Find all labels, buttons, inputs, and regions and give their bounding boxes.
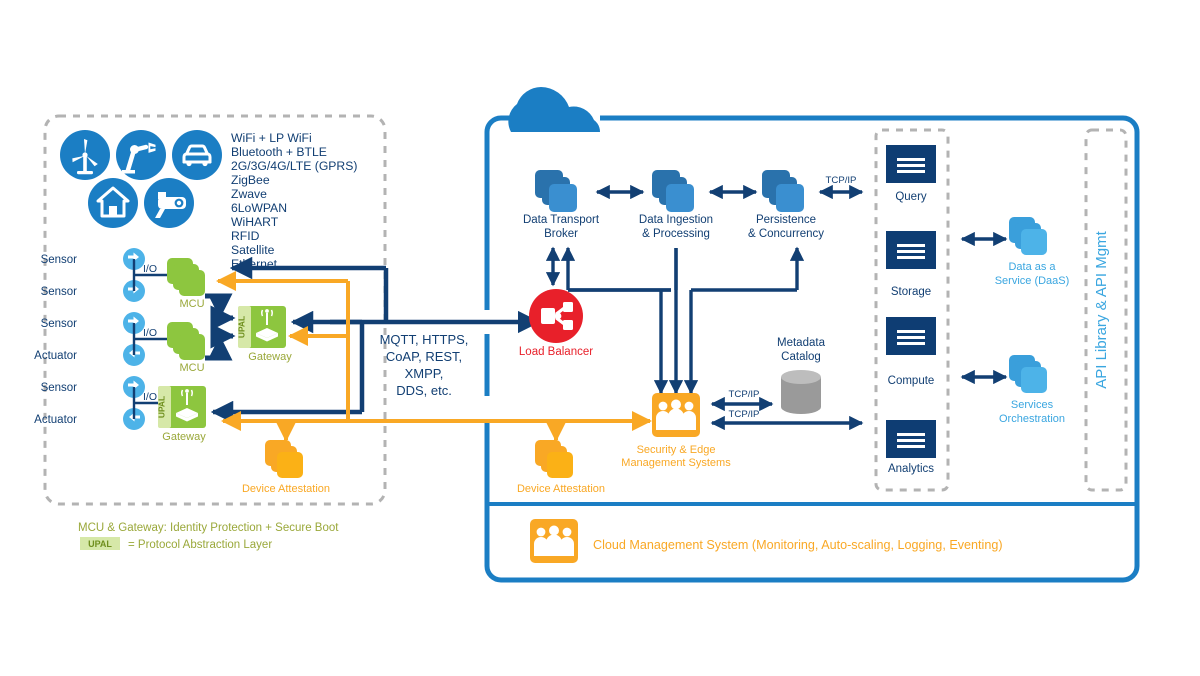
pipeline-node-data-transport-broker: Data Transport Broker (523, 170, 600, 240)
metadata-label-line2: Catalog (781, 351, 821, 363)
database-cylinder-icon (781, 370, 821, 414)
cloud-management-label: Cloud Management System (Monitoring, Aut… (593, 538, 1003, 552)
legend-badge-label: UPAL (88, 539, 112, 549)
endpoint-label: Sensor (41, 318, 78, 330)
resource-label: Analytics (888, 463, 934, 475)
robot-arm-icon (116, 130, 166, 180)
node-label-line1: Persistence (756, 214, 816, 226)
service-node-orchestration: Services Orchestration (999, 355, 1065, 425)
node-label-line2: & Processing (642, 228, 710, 240)
metadata-label-line1: Metadata (777, 337, 826, 349)
service-label-line2: Service (DaaS) (995, 275, 1070, 287)
device-attestation-label: Device Attestation (242, 483, 330, 495)
cloud-shape-icon (508, 87, 600, 132)
connectivity-item: 2G/3G/4G/LTE (GPRS) (231, 159, 357, 173)
people-icon (656, 399, 696, 430)
resource-node-query: Query (886, 145, 936, 203)
resource-service-links (960, 231, 1008, 385)
resource-label: Compute (888, 375, 935, 387)
node-label-line1: Data Ingestion (639, 214, 713, 226)
endpoint-label: Sensor (41, 382, 78, 394)
io-label: I/O (143, 327, 157, 339)
car-icon (172, 130, 222, 180)
tcp-label: TCP/IP (826, 175, 857, 186)
protocol-label: MQTT, HTTPS, CoAP, REST, XMPP, DDS, etc. (380, 332, 469, 398)
legend-line-2: = Protocol Abstraction Layer (128, 539, 272, 551)
metadata-catalog-node: Metadata Catalog (777, 337, 826, 414)
connectivity-item: 6LoWPAN (231, 201, 287, 215)
resource-node-compute: Compute (886, 317, 936, 387)
endpoint-label: Sensor (41, 254, 78, 266)
device-attestation-cloud: Device Attestation (517, 440, 605, 495)
people-icon (534, 525, 574, 556)
security-pipeline-risers (560, 246, 805, 395)
service-node-daas: Data as a Service (DaaS) (995, 217, 1070, 287)
connectivity-item: ZigBee (231, 173, 270, 187)
endpoint-label: Actuator (34, 350, 77, 362)
io-label: I/O (143, 263, 157, 275)
connectivity-item: WiFi + LP WiFi (231, 131, 312, 145)
security-label-line2: Management Systems (621, 457, 731, 469)
node-label-line2: & Concurrency (748, 228, 824, 240)
resource-label: Query (895, 191, 927, 203)
mcu-label: MCU (179, 298, 204, 310)
cloud-management-bar: Cloud Management System (Monitoring, Aut… (530, 519, 1003, 563)
connectivity-item: Zwave (231, 187, 267, 201)
legend-line-1: MCU & Gateway: Identity Protection + Sec… (78, 522, 339, 534)
resource-node-storage: Storage (886, 231, 936, 298)
api-panel-label: API Library & API Mgmt (1093, 230, 1110, 388)
pipeline-node-persistence-concurrency: Persistence & Concurrency (748, 170, 824, 240)
connectivity-item: RFID (231, 229, 260, 243)
mcu-label: MCU (179, 362, 204, 374)
diagram-canvas: WiFi + LP WiFi Bluetooth + BTLE 2G/3G/4G… (0, 0, 1200, 676)
protocol-line: CoAP, REST, (386, 349, 462, 364)
node-label-line1: Data Transport (523, 214, 600, 226)
gateway-node-2: UPAL Gateway (157, 386, 206, 443)
service-label-line2: Orchestration (999, 413, 1065, 425)
protocol-line: DDS, etc. (396, 383, 452, 398)
protocol-line: XMPP, (405, 366, 444, 381)
gateway-label: Gateway (248, 351, 292, 363)
tcp-label: TCP/IP (729, 389, 760, 400)
endpoint-label: Sensor (41, 286, 78, 298)
resource-node-analytics: Analytics (886, 420, 936, 475)
device-attestation-label: Device Attestation (517, 483, 605, 495)
pipeline-node-data-ingestion-processing: Data Ingestion & Processing (639, 170, 713, 240)
iot-architecture-diagram: WiFi + LP WiFi Bluetooth + BTLE 2G/3G/4G… (34, 87, 1140, 583)
connectivity-item: WiHART (231, 215, 279, 229)
tcp-label: TCP/IP (729, 409, 760, 420)
load-balancer-label: Load Balancer (519, 346, 593, 358)
upal-label: UPAL (237, 316, 247, 338)
load-balancer-node: Load Balancer (519, 289, 593, 358)
connectivity-item: Bluetooth + BTLE (231, 145, 327, 159)
protocol-line: MQTT, HTTPS, (380, 332, 469, 347)
gateway-label: Gateway (162, 431, 206, 443)
legend: MCU & Gateway: Identity Protection + Sec… (78, 522, 339, 551)
security-camera-icon (144, 178, 194, 228)
connectivity-item: Satellite (231, 243, 275, 257)
wind-turbine-icon (60, 130, 110, 180)
service-label-line1: Data as a (1008, 261, 1056, 273)
endpoint-label: Actuator (34, 414, 77, 426)
home-icon (88, 178, 138, 228)
node-label-line2: Broker (544, 228, 578, 240)
resource-label: Storage (891, 286, 931, 298)
security-label-line1: Security & Edge (637, 444, 716, 456)
io-label: I/O (143, 391, 157, 403)
upal-label: UPAL (157, 396, 167, 418)
service-label-line1: Services (1011, 399, 1054, 411)
